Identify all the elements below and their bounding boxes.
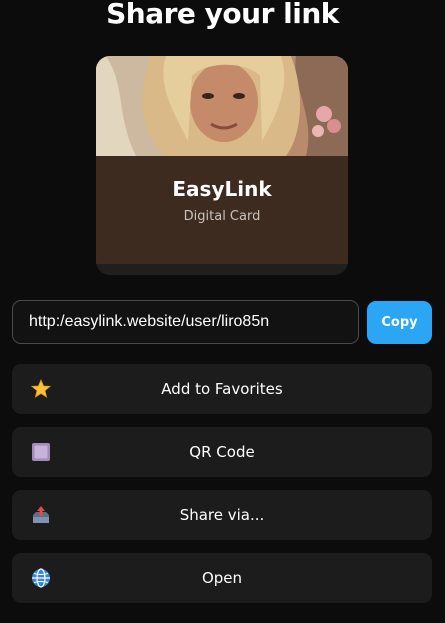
- action-label: Open: [201, 569, 243, 587]
- page-title: Share your link: [106, 0, 339, 30]
- qr-code-button[interactable]: QR Code: [12, 427, 432, 477]
- action-label: Share via...: [179, 506, 265, 524]
- card-name: EasyLink: [172, 177, 272, 201]
- card-footer: [96, 264, 348, 275]
- profile-photo: [96, 56, 348, 156]
- card-subtitle: Digital Card: [183, 209, 261, 224]
- action-label: QR Code: [189, 443, 255, 461]
- share-via-button[interactable]: Share via...: [12, 490, 432, 540]
- add-to-favorites-button[interactable]: Add to Favorites: [12, 364, 432, 414]
- action-label: Add to Favorites: [161, 380, 283, 398]
- profile-card: EasyLink Digital Card: [96, 56, 348, 275]
- link-url-field[interactable]: [12, 300, 359, 344]
- copy-button[interactable]: Copy: [367, 301, 432, 344]
- open-button[interactable]: Open: [12, 553, 432, 603]
- share-page: Share your link EasyLink Digital Card ht…: [0, 0, 445, 623]
